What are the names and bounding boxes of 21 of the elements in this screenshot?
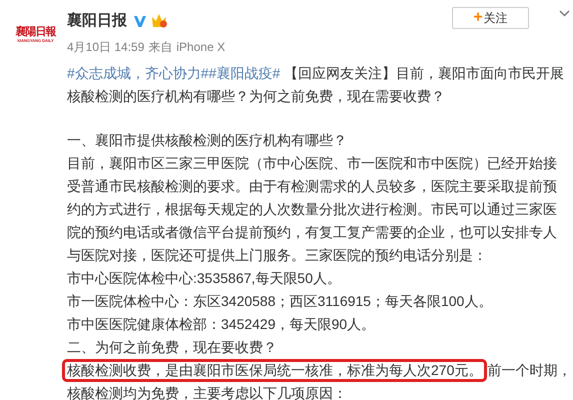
- follow-button[interactable]: +关注: [452, 7, 529, 29]
- logo-title: 襄陽日報: [16, 24, 56, 38]
- highlighted-text: 核酸检测收费，是由襄阳市医保局统一核准，标准为每人次270元。: [62, 359, 488, 382]
- post-text: 目前，襄阳市区三家三甲医院（市中心医院、市一医院和市中医院）已经开始接受普通市民核酸检测的要求。由于有检测需求的人员较多，医院主要采取提前预约的方式进行，根据每天规定的人次数量分批次进行检测。市民可以通过三家医院的预约电话或者微信平台提前预约，有复工复产需要的企业，也可以安排专人与医院对接，医院还可提供上门服务。三家医院的预约电话分别是：: [67, 155, 557, 263]
- crown-icon: [151, 13, 169, 29]
- post-text: 二、为何之前免费，现在要收费？: [67, 339, 277, 355]
- post-text: #众志成城，齐心协力##襄阳战疫# 【回应网友关注】目前，襄阳市面向市民开展核酸检测的医疗机构有哪些？为何之前免费，现在需要收费？: [67, 64, 566, 106]
- post-text: 市中心医院体检中心:3535867,每天限50人。: [67, 270, 341, 286]
- author-name[interactable]: 襄阳日报: [67, 10, 127, 32]
- source-label: 来自: [148, 39, 172, 56]
- post-text: 市一医院体检中心：东区3420588；西区3116915；每天各限100人。: [67, 293, 492, 309]
- plus-icon: +: [473, 10, 483, 26]
- hashtag-link[interactable]: #众志成城，齐心协力#: [67, 65, 209, 81]
- post-text: 市中医医院健康体检部：3452429，每天限90人。: [67, 316, 376, 332]
- post-text: 一、襄阳市提供核酸检测的医疗机构有哪些？: [67, 132, 347, 148]
- post-text: 核酸检测均为免费，主要考虑以下几项原因：: [67, 385, 347, 400]
- source-link[interactable]: iPhone X: [176, 38, 226, 56]
- post-text: 前一个时期，: [487, 361, 572, 380]
- post-date[interactable]: 4月10日 14:59: [67, 38, 144, 56]
- chevron-down-icon[interactable]: [559, 10, 570, 17]
- hashtag-link[interactable]: #襄阳战疫#: [208, 65, 280, 81]
